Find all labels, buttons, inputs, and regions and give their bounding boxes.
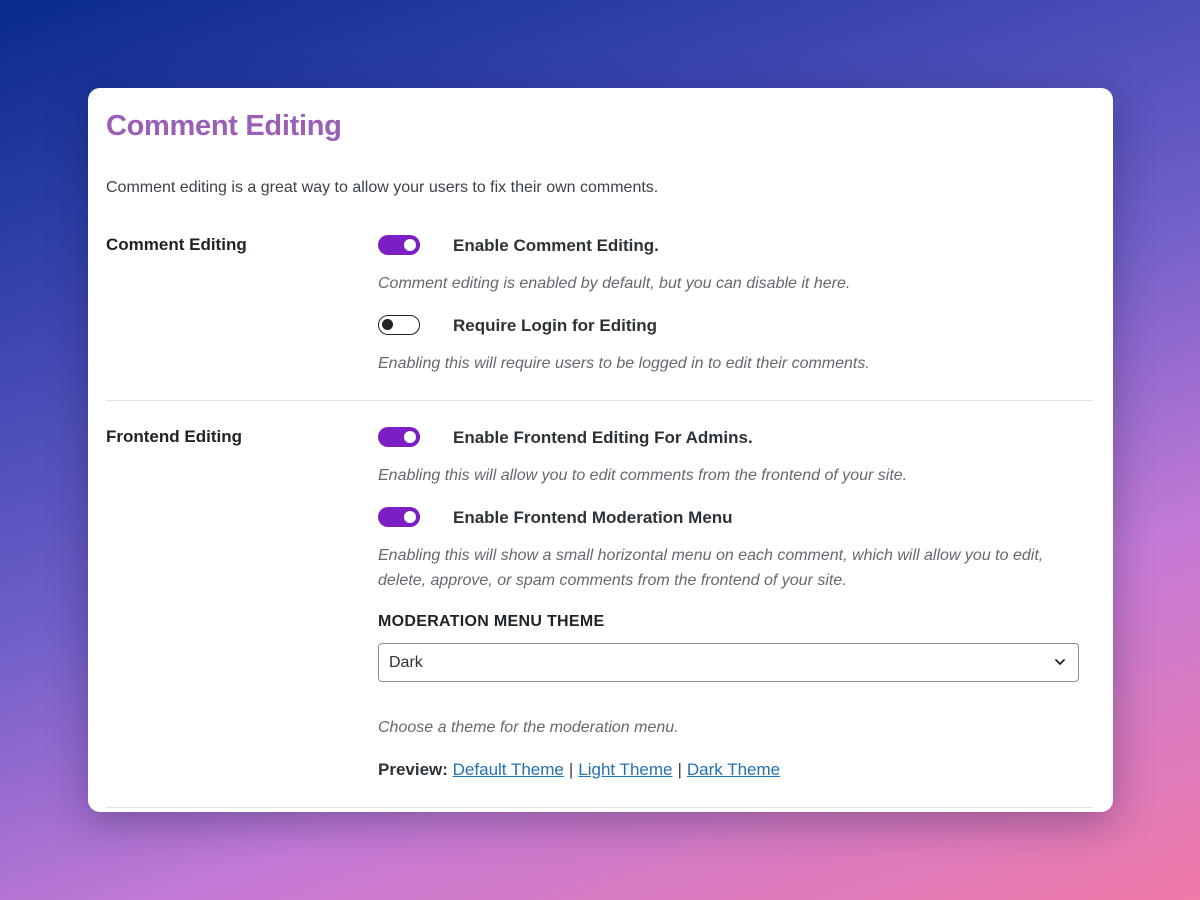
- require-login-toggle[interactable]: [378, 315, 420, 335]
- preview-dark-theme-link[interactable]: Dark Theme: [687, 760, 780, 779]
- enable-comment-editing-description: Comment editing is enabled by default, b…: [378, 275, 851, 292]
- enable-frontend-editing-description: Enabling this will allow you to edit com…: [378, 467, 908, 484]
- section-label-comment-editing: Comment Editing: [106, 235, 247, 254]
- moderation-theme-select[interactable]: Dark: [378, 643, 1079, 682]
- preview-default-theme-link[interactable]: Default Theme: [453, 760, 564, 779]
- section-label-frontend-editing: Frontend Editing: [106, 427, 242, 446]
- toggle-knob: [404, 239, 416, 251]
- toggle-knob: [404, 431, 416, 443]
- enable-comment-editing-toggle[interactable]: [378, 235, 420, 255]
- enable-comment-editing-label: Enable Comment Editing.: [453, 236, 659, 255]
- enable-moderation-menu-toggle[interactable]: [378, 507, 420, 527]
- settings-card: Comment Editing Comment editing is a gre…: [88, 88, 1113, 812]
- enable-moderation-menu-description: Enabling this will show a small horizont…: [378, 547, 1044, 589]
- moderation-theme-value: Dark: [389, 654, 423, 671]
- section-divider-bottom: [106, 807, 1093, 808]
- preview-row: Preview: Default Theme | Light Theme | Dark …: [378, 760, 780, 780]
- require-login-description: Enabling this will require users to be l…: [378, 355, 870, 372]
- moderation-theme-description: Choose a theme for the moderation menu.: [378, 719, 679, 736]
- require-login-label: Require Login for Editing: [453, 316, 657, 335]
- section-divider: [106, 400, 1093, 401]
- link-separator: |: [568, 760, 574, 779]
- page-title: Comment Editing: [106, 110, 342, 142]
- enable-frontend-editing-label: Enable Frontend Editing For Admins.: [453, 428, 753, 447]
- enable-frontend-editing-toggle[interactable]: [378, 427, 420, 447]
- toggle-knob: [404, 511, 416, 523]
- chevron-down-icon: [1055, 659, 1065, 665]
- intro-text: Comment editing is a great way to allow …: [106, 179, 659, 196]
- link-separator: |: [677, 760, 682, 779]
- enable-moderation-menu-label: Enable Frontend Moderation Menu: [453, 508, 733, 527]
- toggle-knob: [382, 319, 393, 330]
- preview-label: Preview:: [378, 760, 453, 779]
- moderation-theme-heading: MODERATION MENU THEME: [378, 613, 605, 630]
- preview-light-theme-link[interactable]: Light Theme: [578, 760, 672, 779]
